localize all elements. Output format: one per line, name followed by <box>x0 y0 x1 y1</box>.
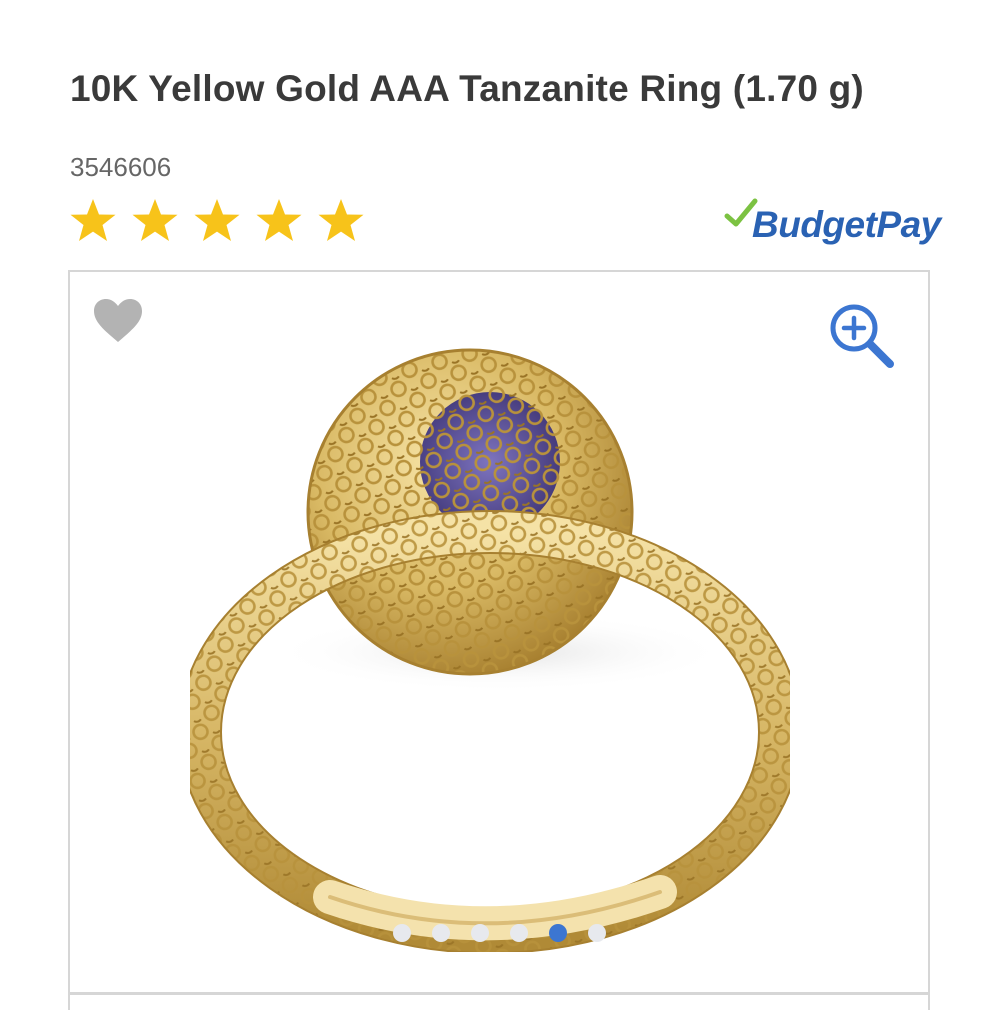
carousel-dot[interactable] <box>470 924 489 942</box>
carousel-dot[interactable] <box>509 924 528 942</box>
carousel-dot[interactable] <box>392 924 411 942</box>
rating-stars[interactable] <box>68 196 366 246</box>
star-icon <box>132 199 178 241</box>
product-sku: 3546606 <box>70 152 172 182</box>
carousel-dot-active[interactable] <box>548 924 567 942</box>
budgetpay-logo[interactable]: BudgetPay <box>724 196 941 246</box>
star-icon <box>318 199 364 241</box>
product-image-gallery[interactable] <box>68 270 930 1010</box>
star-icon <box>194 199 240 241</box>
product-image <box>190 348 790 952</box>
star-icon <box>256 199 302 241</box>
carousel-dot[interactable] <box>431 924 450 942</box>
carousel-dot[interactable] <box>587 924 606 942</box>
budgetpay-label: BudgetPay <box>752 204 941 245</box>
divider <box>68 992 930 995</box>
heart-icon[interactable] <box>92 298 144 344</box>
zoom-in-icon[interactable] <box>826 300 898 372</box>
product-title: 10K Yellow Gold AAA Tanzanite Ring (1.70… <box>70 68 864 109</box>
image-carousel-indicators[interactable] <box>70 924 928 942</box>
star-icon <box>70 199 116 241</box>
